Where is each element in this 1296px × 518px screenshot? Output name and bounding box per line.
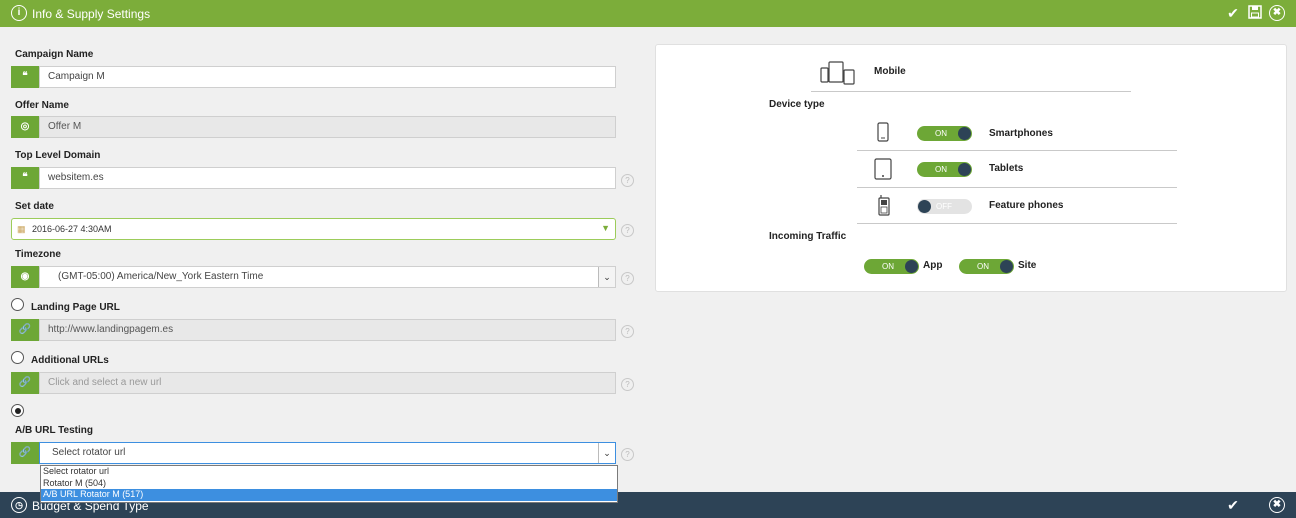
- campaign-name-label: Campaign Name: [15, 49, 94, 60]
- help-icon[interactable]: ?: [621, 378, 634, 391]
- divider: [857, 223, 1177, 224]
- help-icon[interactable]: ?: [621, 272, 634, 285]
- chevron-down-icon[interactable]: ⌄: [598, 267, 615, 287]
- help-icon[interactable]: ?: [621, 325, 634, 338]
- calendar-icon: ▦: [17, 224, 26, 234]
- help-icon[interactable]: ?: [621, 448, 634, 461]
- mobile-label: Mobile: [874, 66, 906, 77]
- set-date-input[interactable]: ▦ 2016-06-27 4:30AM ▼: [11, 218, 616, 240]
- check-icon[interactable]: ✔: [1225, 497, 1241, 513]
- dropdown-option[interactable]: Select rotator url: [41, 466, 617, 478]
- timezone-label: Timezone: [15, 249, 61, 260]
- timezone-group: ◉ (GMT-05:00) America/New_York Eastern T…: [11, 266, 616, 288]
- tablet-icon: [874, 158, 892, 180]
- site-label: Site: [1018, 260, 1037, 271]
- site-toggle[interactable]: ON: [959, 259, 1014, 274]
- additional-urls-group: 🔗 Click and select a new url: [11, 372, 616, 394]
- devices-icon: [820, 61, 855, 85]
- divider: [857, 187, 1177, 188]
- chevron-down-icon[interactable]: ⌄: [598, 443, 615, 463]
- save-icon[interactable]: [1247, 5, 1263, 21]
- ab-testing-dropdown: Select rotator url Rotator M (504) A/B U…: [40, 465, 618, 503]
- target-icon: ◎: [11, 116, 39, 138]
- check-icon[interactable]: ✔: [1225, 5, 1241, 21]
- ab-testing-label: A/B URL Testing: [15, 425, 93, 436]
- info-icon: i: [11, 5, 27, 21]
- help-icon[interactable]: ?: [621, 224, 634, 237]
- feature-phones-toggle[interactable]: OFF: [917, 199, 972, 214]
- app-label: App: [923, 260, 943, 271]
- quote-icon: ❝: [11, 167, 39, 189]
- landing-page-radio[interactable]: [11, 298, 24, 311]
- additional-urls-label: Additional URLs: [31, 355, 109, 366]
- incoming-traffic-label: Incoming Traffic: [769, 231, 847, 242]
- set-date-label: Set date: [15, 201, 54, 212]
- timezone-select[interactable]: (GMT-05:00) America/New_York Eastern Tim…: [39, 266, 616, 288]
- campaign-name-input[interactable]: Campaign M: [39, 66, 616, 88]
- divider: [811, 91, 1131, 92]
- device-panel: Mobile Device type ON Smartphones ON Tab…: [655, 44, 1287, 292]
- collapse-icon[interactable]: ✖: [1269, 497, 1285, 513]
- campaign-name-group: ❝ Campaign M: [11, 66, 616, 88]
- additional-urls-radio[interactable]: [11, 351, 24, 364]
- quote-icon: ❝: [11, 66, 39, 88]
- link-icon: 🔗: [11, 319, 39, 341]
- timezone-value: (GMT-05:00) America/New_York Eastern Tim…: [58, 271, 264, 282]
- section-title: Info & Supply Settings: [32, 7, 151, 21]
- dropdown-option-selected[interactable]: A/B URL Rotator M (517): [41, 489, 617, 501]
- help-icon[interactable]: ?: [621, 174, 634, 187]
- set-date-value: 2016-06-27 4:30AM: [32, 224, 112, 234]
- offer-name-label: Offer Name: [15, 100, 69, 111]
- app-toggle[interactable]: ON: [864, 259, 919, 274]
- landing-page-label: Landing Page URL: [31, 302, 120, 313]
- tablets-label: Tablets: [989, 163, 1024, 174]
- feature-phones-label: Feature phones: [989, 200, 1064, 211]
- ab-testing-group: 🔗 Select rotator url ⌄: [11, 442, 616, 464]
- additional-urls-input: Click and select a new url: [39, 372, 616, 394]
- tld-input[interactable]: websitem.es: [39, 167, 616, 189]
- ab-testing-value: Select rotator url: [52, 447, 126, 458]
- ab-testing-radio[interactable]: [11, 404, 24, 417]
- collapse-icon[interactable]: ✖: [1269, 5, 1285, 21]
- landing-page-group: 🔗 http://www.landingpagem.es: [11, 319, 616, 341]
- smartphones-toggle[interactable]: ON: [917, 126, 972, 141]
- device-type-label: Device type: [769, 99, 825, 110]
- offer-name-input: Offer M: [39, 116, 616, 138]
- globe-icon: ◉: [11, 266, 39, 288]
- section-header-info-supply[interactable]: i Info & Supply Settings ✔ ✖: [0, 0, 1296, 27]
- smartphones-label: Smartphones: [989, 128, 1053, 139]
- smartphone-icon: [877, 122, 889, 142]
- dropdown-option[interactable]: Rotator M (504): [41, 478, 617, 490]
- divider: [857, 150, 1177, 151]
- tld-group: ❝ websitem.es: [11, 167, 616, 189]
- tablets-toggle[interactable]: ON: [917, 162, 972, 177]
- feature-phone-icon: [878, 195, 890, 216]
- offer-name-group: ◎ Offer M: [11, 116, 616, 138]
- clock-icon: ◷: [11, 497, 27, 513]
- link-icon: 🔗: [11, 442, 39, 464]
- tld-label: Top Level Domain: [15, 150, 101, 161]
- ab-testing-select[interactable]: Select rotator url ⌄: [39, 442, 616, 464]
- landing-page-input: http://www.landingpagem.es: [39, 319, 616, 341]
- link-icon: 🔗: [11, 372, 39, 394]
- caret-down-icon[interactable]: ▼: [601, 223, 610, 233]
